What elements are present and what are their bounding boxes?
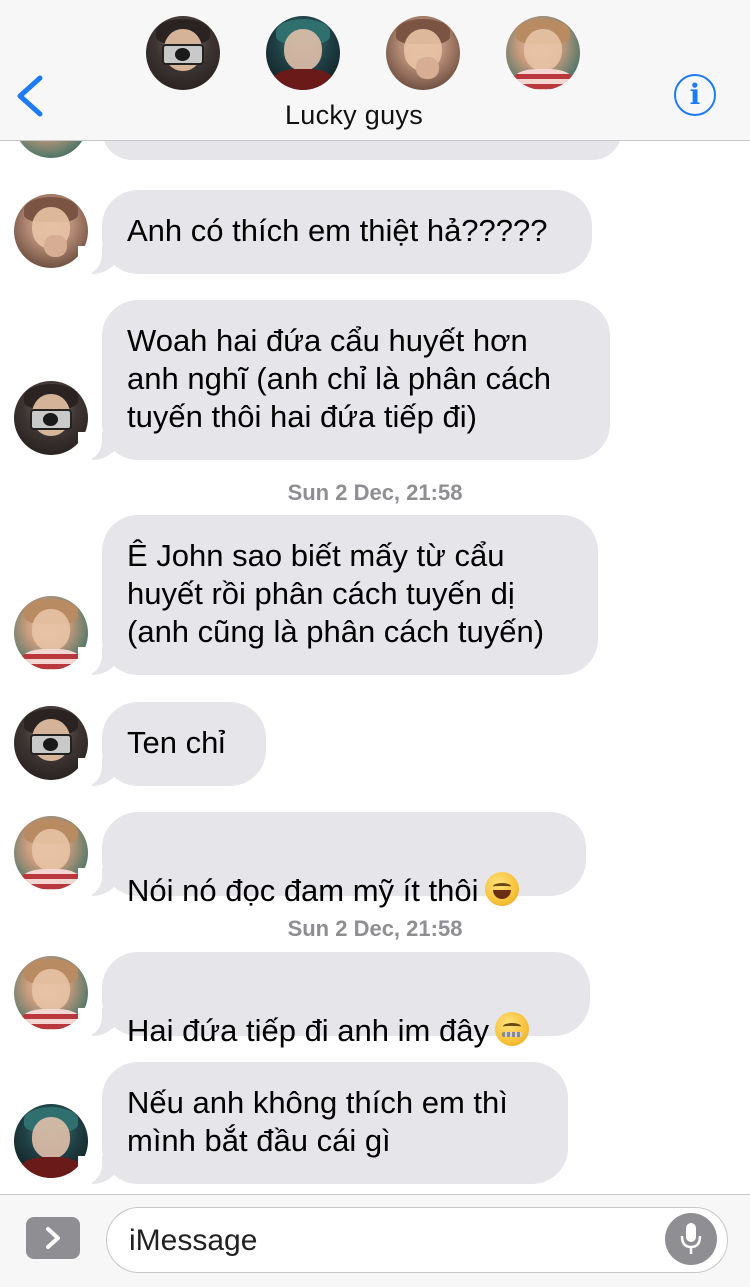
- camera-graphic: [30, 734, 72, 755]
- message-bubble[interactable]: Anh có thích em thiệt hả?????: [78, 190, 592, 274]
- avatar-shirt: [511, 69, 575, 90]
- camera-graphic: [30, 409, 72, 430]
- message-text: Ê John sao biết mấy từ cẩu huyết rồi phâ…: [127, 538, 545, 649]
- rolling-on-floor-laughing-icon: [484, 872, 519, 906]
- sender-avatar-ten[interactable]: [14, 194, 88, 268]
- camera-graphic: [162, 44, 204, 65]
- message-text: Anh có thích em thiệt hả?????: [127, 213, 548, 248]
- sender-avatar-john[interactable]: [14, 706, 88, 780]
- info-button[interactable]: i: [674, 74, 716, 116]
- chevron-right-icon: [46, 1227, 60, 1249]
- avatar-face: [31, 609, 71, 651]
- bubble-tail: [78, 647, 122, 675]
- message-text: Ten chỉ: [127, 725, 226, 760]
- message-text: Nói nó đọc đam mỹ ít thôi: [127, 873, 479, 908]
- avatar-face: [31, 829, 71, 871]
- sender-avatar-yuta[interactable]: [14, 956, 88, 1030]
- message-text: Woah hai đứa cẩu huyết hơn anh nghĩ (anh…: [127, 323, 551, 434]
- message-input-bar: [0, 1194, 750, 1287]
- message-bubble[interactable]: Ê John sao biết mấy từ cẩu huyết rồi phâ…: [78, 515, 598, 675]
- avatar-shirt: [271, 69, 335, 90]
- imessage-field-container: [106, 1207, 728, 1273]
- message-bubble[interactable]: Nói nó đọc đam mỹ ít thôi: [78, 812, 586, 908]
- info-icon: i: [689, 78, 701, 111]
- participant-avatar-ten[interactable]: [386, 16, 460, 90]
- message-bubble[interactable]: Woah hai đứa cẩu huyết hơn anh nghĩ (anh…: [78, 300, 610, 460]
- microphone-icon: [680, 1223, 702, 1254]
- microphone-button[interactable]: [665, 1213, 717, 1265]
- sender-avatar-yuta[interactable]: [14, 596, 88, 670]
- bubble-tail: [78, 758, 122, 786]
- timestamp: Sun 2 Dec, 21:58: [287, 916, 463, 941]
- bubble-tail: [78, 1156, 122, 1184]
- sender-avatar-jaehyun[interactable]: [14, 1104, 88, 1178]
- zipper-mouth-face-icon: [494, 1012, 529, 1046]
- apps-button[interactable]: [26, 1217, 80, 1259]
- message-content: Hai đứa tiếp đi anh im đây: [127, 974, 564, 1050]
- avatar-face: [31, 1117, 71, 1159]
- avatar-shirt: [19, 869, 83, 890]
- sender-avatar-yuta[interactable]: [14, 816, 88, 890]
- group-title[interactable]: Lucky guys: [0, 100, 708, 131]
- participant-avatar-yuta[interactable]: [506, 16, 580, 90]
- message-content: Nói nó đọc đam mỹ ít thôi: [127, 834, 560, 910]
- message-bubble[interactable]: Hai đứa tiếp đi anh im đây: [78, 952, 590, 1048]
- timestamp: Sun 2 Dec, 21:58: [287, 480, 463, 505]
- message-bubble[interactable]: Ten chỉ: [78, 702, 266, 786]
- conversation-header: Lucky guys i: [0, 0, 750, 141]
- avatar-face: [31, 969, 71, 1011]
- avatar-face: [283, 29, 323, 71]
- sender-avatar-john[interactable]: [14, 381, 88, 455]
- imessage-input[interactable]: [127, 1218, 651, 1264]
- bubble-tail: [78, 868, 122, 896]
- message-text: Nếu anh không thích em thì mình bắt đầu …: [127, 1085, 508, 1158]
- message-bubble[interactable]: Nếu anh không thích em thì mình bắt đầu …: [78, 1062, 568, 1184]
- hand-graphic: [43, 234, 68, 257]
- participant-avatar-john[interactable]: [146, 16, 220, 90]
- avatar-shirt: [19, 1009, 83, 1030]
- bubble-tail: [78, 246, 122, 274]
- avatar-face: [523, 29, 563, 71]
- avatar-shirt: [19, 1157, 83, 1178]
- bubble-tail: [78, 432, 122, 460]
- message-text: Hai đứa tiếp đi anh im đây: [127, 1013, 489, 1048]
- hand-graphic: [415, 56, 440, 79]
- bubble-tail: [78, 1008, 122, 1036]
- participant-avatar-jaehyun[interactable]: [266, 16, 340, 90]
- avatar-shirt: [19, 649, 83, 670]
